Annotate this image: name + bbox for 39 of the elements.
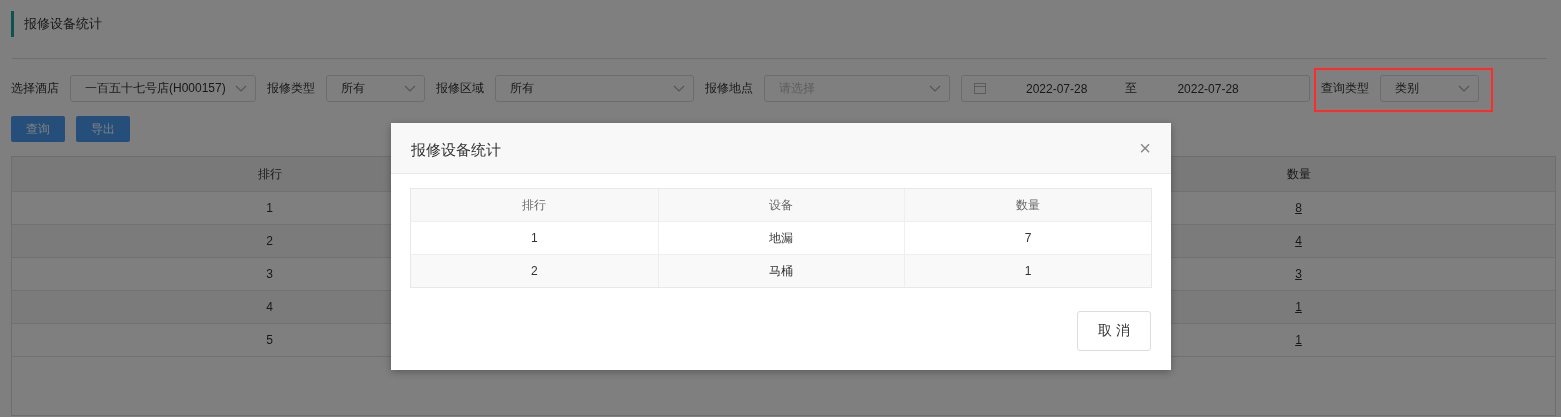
- filter-label: 选择酒店: [11, 80, 59, 97]
- count-link[interactable]: 1: [1295, 300, 1302, 314]
- count-link[interactable]: 4: [1295, 234, 1302, 248]
- column-header: 数量: [1285, 165, 1312, 183]
- count-link[interactable]: 3: [1295, 267, 1302, 281]
- table-cell-text: 2: [265, 233, 274, 250]
- select-field[interactable]: 所有: [326, 75, 425, 102]
- table-cell-text: 2: [530, 263, 539, 280]
- chevron-down-icon: [1458, 84, 1470, 93]
- chevron-down-icon: [673, 84, 685, 93]
- select-field[interactable]: 所有: [495, 75, 694, 102]
- table-cell-text: 1: [530, 230, 539, 247]
- count-link[interactable]: 8: [1295, 201, 1302, 215]
- table-cell-text: 5: [265, 332, 274, 349]
- column-header: 排行: [521, 196, 548, 214]
- count-link[interactable]: 1: [1295, 333, 1302, 347]
- select-field[interactable]: 类别: [1380, 75, 1479, 102]
- table-cell-text: 4: [265, 299, 274, 316]
- filter-label: 报修区域: [436, 80, 484, 97]
- close-button[interactable]: ×: [1139, 138, 1151, 158]
- cancel-button[interactable]: 取 消: [1077, 311, 1151, 351]
- filter-label: 报修类型: [267, 80, 315, 97]
- dialog-title: 报修设备统计: [411, 140, 501, 160]
- select-field[interactable]: 一百五十七号店(H000157): [70, 75, 256, 102]
- filter-label: 报修地点: [705, 80, 753, 97]
- calendar-icon: [974, 83, 986, 94]
- date-range-field[interactable]: 2022-07-28 至 2022-07-28: [961, 75, 1310, 102]
- filter-label: 查询类型: [1321, 80, 1369, 97]
- table-cell-text: 3: [265, 266, 274, 283]
- table-cell-text: 1: [265, 200, 274, 217]
- table-cell: 1: [904, 255, 1151, 287]
- chevron-down-icon: [404, 84, 416, 93]
- chevron-down-icon: [235, 84, 247, 93]
- table-cell: 马桶: [657, 255, 905, 287]
- chevron-down-icon: [929, 84, 941, 93]
- column-header: 排行: [256, 165, 283, 183]
- column-header: 数量: [904, 189, 1151, 221]
- page-title: 报修设备统计: [11, 11, 102, 37]
- column-header: 设备: [657, 189, 905, 221]
